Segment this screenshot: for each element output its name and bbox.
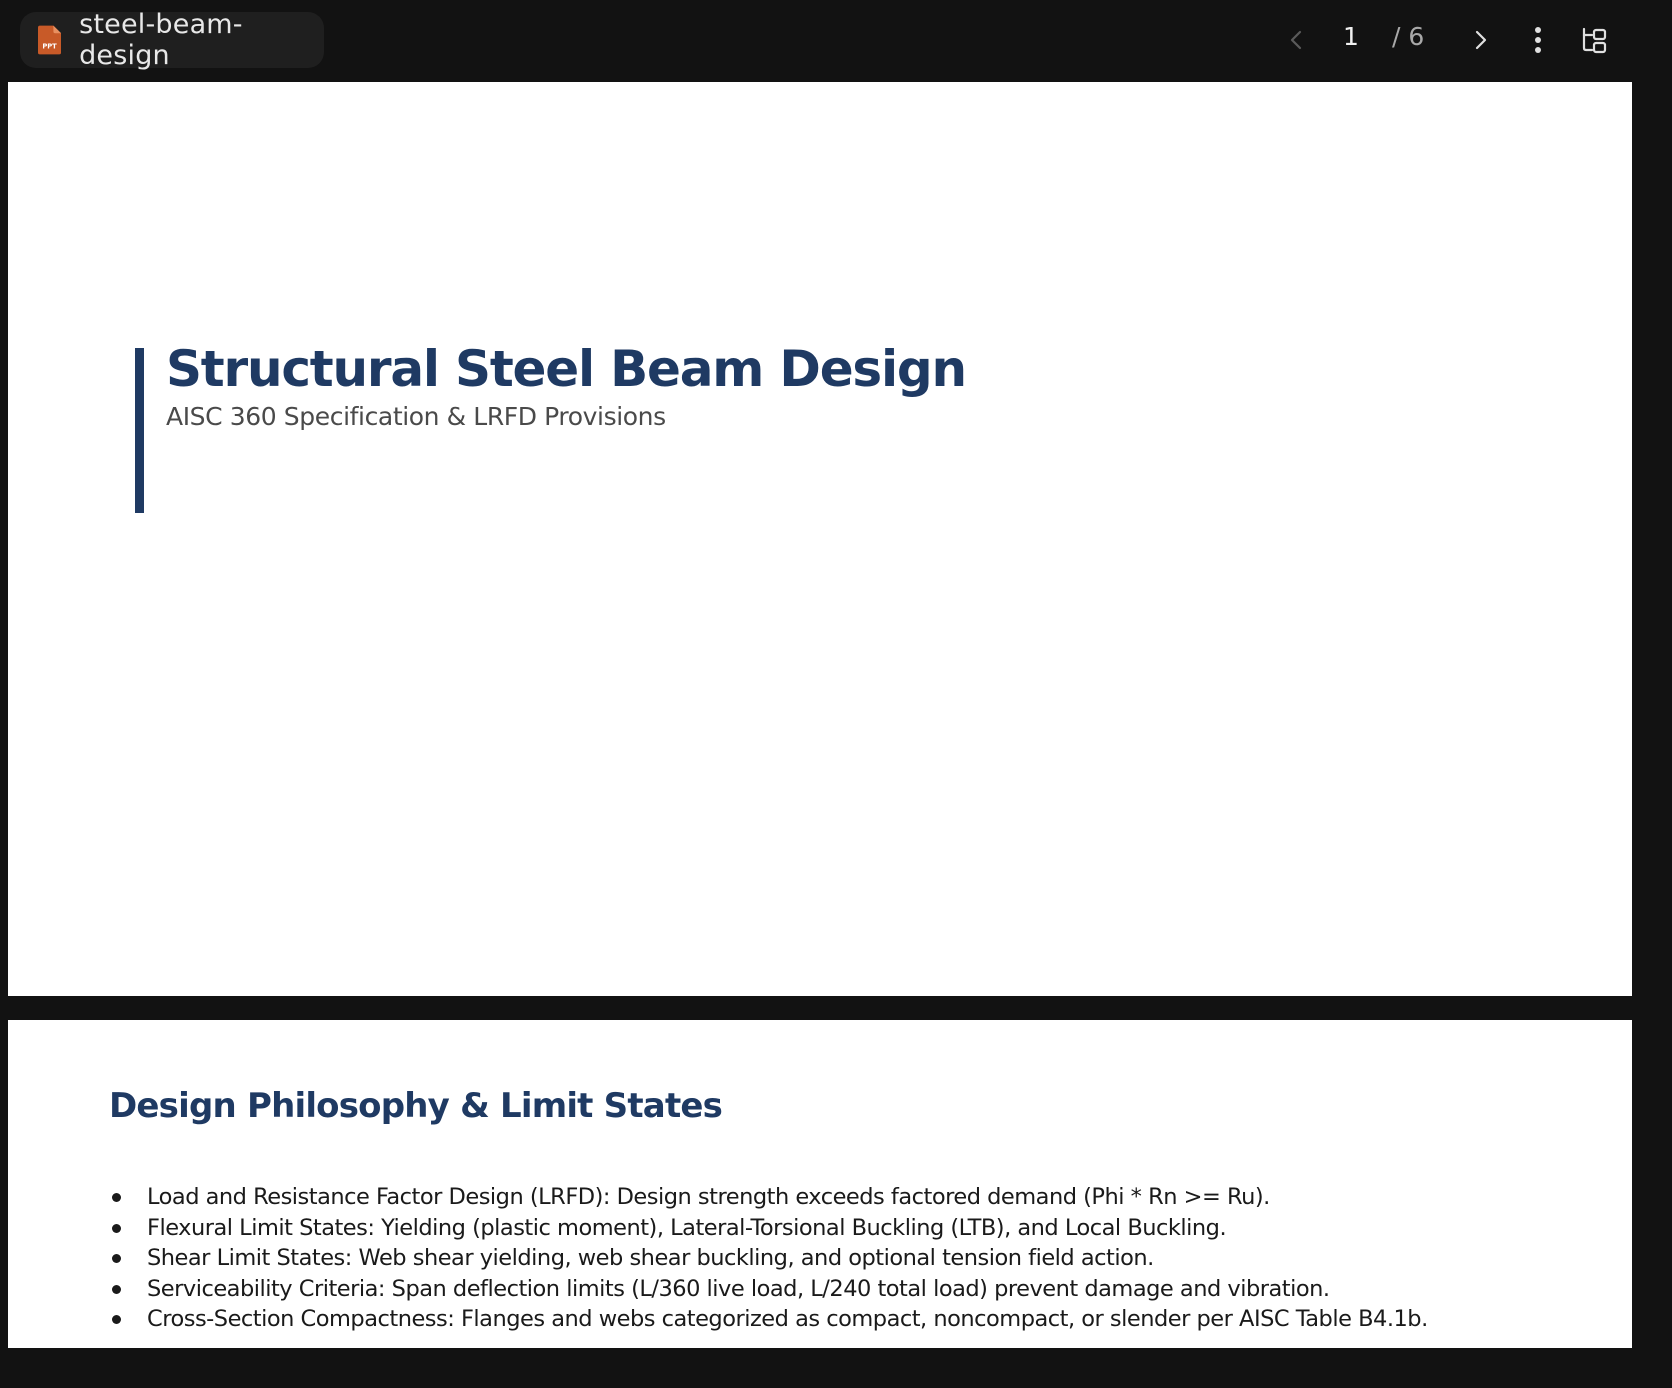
bullet-dot-icon: [112, 1193, 121, 1202]
total-pages: / 6: [1392, 22, 1425, 51]
bullet-item: Load and Resistance Factor Design (LRFD)…: [109, 1182, 1428, 1213]
outline-panel-button[interactable]: [1574, 20, 1614, 60]
file-name: steel-beam-design: [79, 9, 243, 71]
ppt-icon-label: PPT: [42, 43, 57, 51]
bullet-item: Cross-Section Compactness: Flanges and w…: [109, 1304, 1428, 1335]
bullet-dot-icon: [112, 1284, 121, 1294]
bullet-text: Flexural Limit States: Yielding (plastic…: [147, 1214, 1227, 1241]
chevron-right-icon: [1475, 30, 1487, 50]
file-name-chip[interactable]: PPT steel-beam-design: [20, 9, 324, 71]
bullet-text: Cross-Section Compactness: Flanges and w…: [147, 1306, 1428, 1332]
slide-title: Structural Steel Beam Design: [166, 340, 967, 398]
presentation-viewer: PPT steel-beam-design 1 / 6 Structural S…: [0, 0, 1672, 1388]
outline-panel-icon: [1582, 27, 1607, 54]
slide-1[interactable]: Structural Steel Beam Design AISC 360 Sp…: [8, 82, 1632, 996]
top-toolbar: PPT steel-beam-design 1 / 6: [0, 0, 1672, 82]
bullet-dot-icon: [112, 1223, 121, 1233]
chevron-left-icon: [1290, 30, 1302, 50]
bullet-item: Shear Limit States: Web shear yielding, …: [109, 1243, 1428, 1274]
next-page-button[interactable]: [1460, 20, 1500, 60]
slide-subtitle: AISC 360 Specification & LRFD Provisions: [166, 402, 666, 431]
bullet-list: Load and Resistance Factor Design (LRFD)…: [109, 1182, 1428, 1335]
bullet-dot-icon: [112, 1315, 121, 1324]
bullet-text: Load and Resistance Factor Design (LRFD)…: [147, 1184, 1270, 1210]
ppt-file-icon: PPT: [38, 25, 62, 55]
bullet-text: Shear Limit States: Web shear yielding, …: [147, 1245, 1154, 1271]
more-vertical-icon: [1535, 27, 1541, 53]
bullet-text: Serviceability Criteria: Span deflection…: [147, 1275, 1330, 1302]
bullet-item: Serviceability Criteria: Span deflection…: [109, 1274, 1428, 1305]
bullet-dot-icon: [112, 1254, 121, 1263]
slide-2[interactable]: Design Philosophy & Limit States Load an…: [8, 1020, 1632, 1348]
current-page-number[interactable]: 1: [1343, 22, 1359, 51]
title-accent-bar: [135, 348, 144, 513]
slide-heading: Design Philosophy & Limit States: [109, 1086, 723, 1126]
previous-page-button[interactable]: [1277, 20, 1317, 60]
more-options-button[interactable]: [1518, 20, 1558, 60]
bullet-item: Flexural Limit States: Yielding (plastic…: [109, 1213, 1428, 1244]
